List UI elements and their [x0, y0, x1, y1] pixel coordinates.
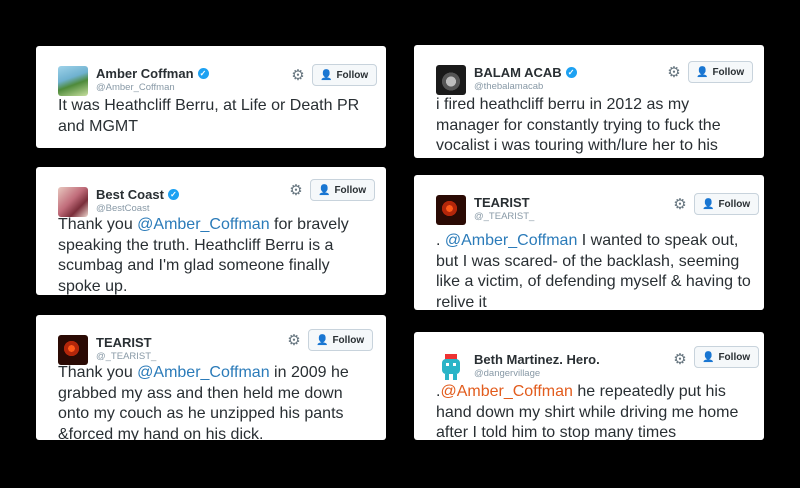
- tweet-card: Amber Coffman ✓ @Amber_Coffman ⚙ 👤 Follo…: [36, 46, 386, 148]
- author-name[interactable]: BALAM ACAB: [474, 65, 562, 80]
- follow-label: Follow: [712, 66, 745, 78]
- dino-avatar-icon: [442, 354, 460, 380]
- follow-button[interactable]: 👤 Follow: [694, 346, 760, 368]
- gear-icon[interactable]: ⚙: [288, 183, 304, 199]
- author-name[interactable]: Best Coast: [96, 187, 164, 202]
- follow-button[interactable]: 👤 Follow: [694, 193, 760, 215]
- tweet-text-part: Thank you: [58, 364, 138, 381]
- author-name[interactable]: TEARIST: [474, 195, 530, 210]
- follow-label: Follow: [718, 198, 751, 210]
- gear-icon[interactable]: ⚙: [672, 197, 688, 213]
- tweet-card: BALAM ACAB ✓ @thebalamacab ⚙ 👤 Follow i …: [414, 45, 764, 158]
- author-name[interactable]: Amber Coffman: [96, 66, 194, 81]
- verified-icon: ✓: [197, 68, 209, 79]
- tweet-card: Beth Martinez. Hero. @dangervillage ⚙ 👤 …: [414, 332, 764, 440]
- gear-icon[interactable]: ⚙: [672, 352, 688, 368]
- follow-button[interactable]: 👤 Follow: [688, 61, 754, 83]
- author-row: BALAM ACAB ✓: [474, 65, 577, 80]
- avatar[interactable]: [436, 352, 466, 382]
- follow-label: Follow: [718, 351, 751, 363]
- mention-link[interactable]: @Amber_Coffman: [137, 364, 269, 381]
- verified-icon: ✓: [565, 67, 577, 78]
- follow-button[interactable]: 👤 Follow: [312, 64, 378, 86]
- avatar[interactable]: [58, 66, 88, 96]
- tweet-text: i fired heathcliff berru in 2012 as my m…: [436, 95, 752, 158]
- author-row: Best Coast ✓: [96, 187, 179, 202]
- gear-icon[interactable]: ⚙: [290, 68, 306, 84]
- add-user-icon: 👤: [318, 184, 331, 196]
- tweet-text-part: It was Heathcliff Berru, at Life or Deat…: [58, 97, 360, 135]
- tweet-card: Best Coast ✓ @BestCoast ⚙ 👤 Follow Thank…: [36, 167, 386, 295]
- author-name[interactable]: TEARIST: [96, 335, 152, 350]
- tweet-text: . @Amber_Coffman I wanted to speak out, …: [436, 231, 752, 310]
- tweet-text: Thank you @Amber_Coffman for bravely spe…: [58, 215, 374, 295]
- add-user-icon: 👤: [702, 198, 715, 210]
- tweet-text: Thank you @Amber_Coffman in 2009 he grab…: [58, 363, 374, 440]
- avatar[interactable]: [436, 195, 466, 225]
- avatar[interactable]: [58, 335, 88, 365]
- avatar[interactable]: [436, 65, 466, 95]
- author-row: Amber Coffman ✓: [96, 66, 209, 81]
- follow-label: Follow: [332, 334, 365, 346]
- avatar[interactable]: [58, 187, 88, 217]
- tweet-text: It was Heathcliff Berru, at Life or Deat…: [58, 96, 374, 137]
- author-handle[interactable]: @_TEARIST_: [474, 211, 534, 222]
- add-user-icon: 👤: [702, 351, 715, 363]
- mention-link[interactable]: @Amber_Coffman: [137, 216, 269, 233]
- tweet-text-part: i fired heathcliff berru in 2012 as my m…: [436, 96, 721, 158]
- follow-button[interactable]: 👤 Follow: [310, 179, 376, 201]
- author-handle[interactable]: @thebalamacab: [474, 81, 543, 92]
- add-user-icon: 👤: [696, 66, 709, 78]
- follow-button[interactable]: 👤 Follow: [308, 329, 374, 351]
- gear-icon[interactable]: ⚙: [286, 333, 302, 349]
- gear-icon[interactable]: ⚙: [666, 65, 682, 81]
- add-user-icon: 👤: [316, 334, 329, 346]
- author-handle[interactable]: @dangervillage: [474, 368, 540, 379]
- follow-label: Follow: [334, 184, 367, 196]
- author-row: Beth Martinez. Hero.: [474, 352, 600, 367]
- tweet-text-part: .: [436, 232, 445, 249]
- author-handle[interactable]: @_TEARIST_: [96, 351, 156, 362]
- author-handle[interactable]: @BestCoast: [96, 203, 149, 214]
- add-user-icon: 👤: [320, 69, 333, 81]
- tweet-text-part: Thank you: [58, 216, 138, 233]
- author-row: TEARIST: [96, 335, 152, 350]
- tweet-text: .@Amber_Coffman he repeatedly put his ha…: [436, 382, 752, 440]
- author-name[interactable]: Beth Martinez. Hero.: [474, 352, 600, 367]
- verified-icon: ✓: [167, 189, 179, 200]
- mention-link[interactable]: @Amber_Coffman: [440, 383, 572, 400]
- author-row: TEARIST: [474, 195, 530, 210]
- tweet-card: TEARIST @_TEARIST_ ⚙ 👤 Follow Thank you …: [36, 315, 386, 440]
- mention-link[interactable]: @Amber_Coffman: [445, 232, 577, 249]
- tweet-card: TEARIST @_TEARIST_ ⚙ 👤 Follow . @Amber_C…: [414, 175, 764, 310]
- follow-label: Follow: [336, 69, 369, 81]
- author-handle[interactable]: @Amber_Coffman: [96, 82, 175, 93]
